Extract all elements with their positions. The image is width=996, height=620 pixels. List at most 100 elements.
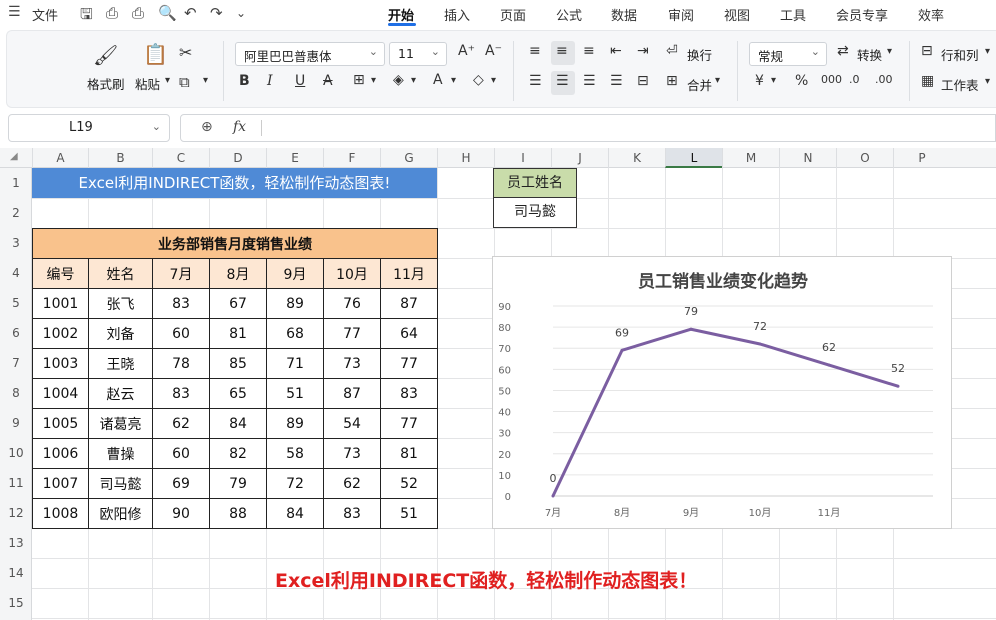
currency-dropdown-icon[interactable]: ▾ bbox=[771, 75, 776, 86]
font-size-select[interactable]: 11 ⌄ bbox=[389, 42, 447, 66]
currency-icon[interactable]: ¥ bbox=[755, 73, 764, 89]
table-cell[interactable]: 司马懿 bbox=[88, 468, 153, 499]
row-header-14[interactable]: 14 bbox=[0, 558, 32, 588]
table-cell[interactable]: 62 bbox=[152, 408, 210, 439]
column-header-n[interactable]: N bbox=[779, 148, 836, 168]
table-caption[interactable]: 业务部销售月度销售业绩 bbox=[32, 228, 438, 259]
table-cell[interactable]: 77 bbox=[380, 348, 438, 379]
table-cell[interactable]: 72 bbox=[266, 468, 324, 499]
row-header-10[interactable]: 10 bbox=[0, 438, 32, 468]
tab-insert[interactable]: 插入 bbox=[444, 5, 470, 24]
tab-page[interactable]: 页面 bbox=[500, 5, 526, 24]
table-header-cell[interactable]: 8月 bbox=[209, 258, 267, 289]
name-box[interactable]: L19 ⌄ bbox=[8, 114, 170, 142]
align-left-icon[interactable]: ☰ bbox=[529, 73, 542, 89]
tab-tools[interactable]: 工具 bbox=[780, 5, 806, 24]
table-cell[interactable]: 1007 bbox=[32, 468, 89, 499]
copy-icon[interactable]: ⧉ bbox=[179, 73, 190, 91]
increase-decimal-icon[interactable]: .0 bbox=[849, 73, 860, 86]
table-cell[interactable]: 73 bbox=[323, 438, 381, 469]
fill-color-icon[interactable]: ◈ bbox=[393, 72, 404, 88]
table-cell[interactable]: 73 bbox=[323, 348, 381, 379]
table-cell[interactable]: 78 bbox=[152, 348, 210, 379]
print-icon[interactable]: ⎙ bbox=[132, 4, 144, 22]
table-cell[interactable]: 89 bbox=[266, 288, 324, 319]
align-center-icon[interactable]: ☰ bbox=[556, 73, 569, 89]
select-all-corner[interactable]: ◢ bbox=[0, 148, 32, 168]
worksheet-button[interactable]: 工作表 bbox=[941, 75, 979, 94]
title-banner[interactable]: Excel利用INDIRECT函数，轻松制作动态图表! bbox=[32, 168, 437, 198]
paste-button[interactable]: 粘贴 bbox=[135, 74, 160, 93]
table-header-cell[interactable]: 9月 bbox=[266, 258, 324, 289]
tab-formula[interactable]: 公式 bbox=[556, 5, 582, 24]
table-cell[interactable]: 79 bbox=[209, 468, 267, 499]
font-color-dropdown-icon[interactable]: ▾ bbox=[451, 75, 456, 86]
save-icon[interactable]: 🖫 bbox=[80, 4, 93, 29]
tab-home[interactable]: 开始 bbox=[388, 5, 414, 24]
table-cell[interactable]: 69 bbox=[152, 468, 210, 499]
fill-dropdown-icon[interactable]: ▾ bbox=[411, 75, 416, 86]
table-cell[interactable]: 1004 bbox=[32, 378, 89, 409]
row-header-13[interactable]: 13 bbox=[0, 528, 32, 558]
wrap-text-button[interactable]: 换行 bbox=[687, 45, 712, 64]
table-cell[interactable]: 76 bbox=[323, 288, 381, 319]
row-header-15[interactable]: 15 bbox=[0, 588, 32, 618]
file-menu[interactable]: 文件 bbox=[32, 5, 58, 24]
table-cell[interactable]: 刘备 bbox=[88, 318, 153, 349]
convert-dropdown-icon[interactable]: ▾ bbox=[887, 46, 892, 57]
table-cell[interactable]: 1008 bbox=[32, 498, 89, 529]
decrease-font-icon[interactable]: A⁻ bbox=[485, 43, 502, 59]
column-header-e[interactable]: E bbox=[266, 148, 323, 168]
merge-dropdown-icon[interactable]: ▾ bbox=[715, 75, 720, 86]
table-cell[interactable]: 85 bbox=[209, 348, 267, 379]
clear-format-icon[interactable]: ◇ bbox=[473, 72, 484, 88]
align-middle-icon[interactable]: ≡ bbox=[556, 43, 568, 59]
table-cell[interactable]: 89 bbox=[266, 408, 324, 439]
decrease-indent-icon[interactable]: ⇤ bbox=[610, 43, 622, 59]
print-preview-icon[interactable]: 🔍 bbox=[158, 4, 177, 22]
bottom-note[interactable]: Excel利用INDIRECT函数，轻松制作动态图表！ bbox=[275, 566, 697, 593]
table-cell[interactable]: 84 bbox=[209, 408, 267, 439]
decrease-decimal-icon[interactable]: .00 bbox=[875, 73, 893, 86]
zoom-icon[interactable]: ⊕ bbox=[201, 119, 213, 135]
quick-access-more-icon[interactable]: ⌄ bbox=[236, 6, 246, 20]
wrap-text-icon[interactable]: ⏎ bbox=[666, 43, 678, 59]
table-cell[interactable]: 77 bbox=[380, 408, 438, 439]
function-icon[interactable]: fx bbox=[233, 119, 246, 135]
table-cell[interactable]: 88 bbox=[209, 498, 267, 529]
table-cell[interactable]: 82 bbox=[209, 438, 267, 469]
merge-button[interactable]: 合并 bbox=[687, 75, 712, 94]
worksheet-icon[interactable]: ▦ bbox=[921, 73, 934, 89]
number-format-select[interactable]: 常规 ⌄ bbox=[749, 42, 827, 66]
underline-icon[interactable]: U bbox=[295, 73, 305, 89]
row-header-3[interactable]: 3 bbox=[0, 228, 32, 258]
convert-button[interactable]: 转换 bbox=[857, 45, 882, 64]
align-right-icon[interactable]: ☰ bbox=[583, 73, 596, 89]
tab-efficiency[interactable]: 效率 bbox=[918, 5, 944, 24]
table-cell[interactable]: 81 bbox=[209, 318, 267, 349]
table-cell[interactable]: 52 bbox=[380, 468, 438, 499]
justify-icon[interactable]: ☰ bbox=[610, 73, 623, 89]
bold-icon[interactable]: B bbox=[239, 73, 250, 89]
table-cell[interactable]: 81 bbox=[380, 438, 438, 469]
clear-dropdown-icon[interactable]: ▾ bbox=[491, 75, 496, 86]
table-cell[interactable]: 欧阳修 bbox=[88, 498, 153, 529]
table-cell[interactable]: 77 bbox=[323, 318, 381, 349]
column-header-o[interactable]: O bbox=[836, 148, 893, 168]
hamburger-menu-icon[interactable]: ☰ bbox=[8, 4, 21, 20]
distribute-icon[interactable]: ⊟ bbox=[637, 73, 649, 89]
row-header-1[interactable]: 1 bbox=[0, 168, 32, 198]
column-header-a[interactable]: A bbox=[32, 148, 88, 168]
row-header-2[interactable]: 2 bbox=[0, 198, 32, 228]
row-header-7[interactable]: 7 bbox=[0, 348, 32, 378]
row-header-5[interactable]: 5 bbox=[0, 288, 32, 318]
table-cell[interactable]: 83 bbox=[152, 378, 210, 409]
column-header-f[interactable]: F bbox=[323, 148, 380, 168]
table-header-cell[interactable]: 7月 bbox=[152, 258, 210, 289]
table-cell[interactable]: 65 bbox=[209, 378, 267, 409]
column-header-m[interactable]: M bbox=[722, 148, 779, 168]
paste-dropdown-icon[interactable]: ▾ bbox=[165, 75, 170, 86]
table-cell[interactable]: 51 bbox=[266, 378, 324, 409]
table-header-cell[interactable]: 姓名 bbox=[88, 258, 153, 289]
column-header-k[interactable]: K bbox=[608, 148, 665, 168]
